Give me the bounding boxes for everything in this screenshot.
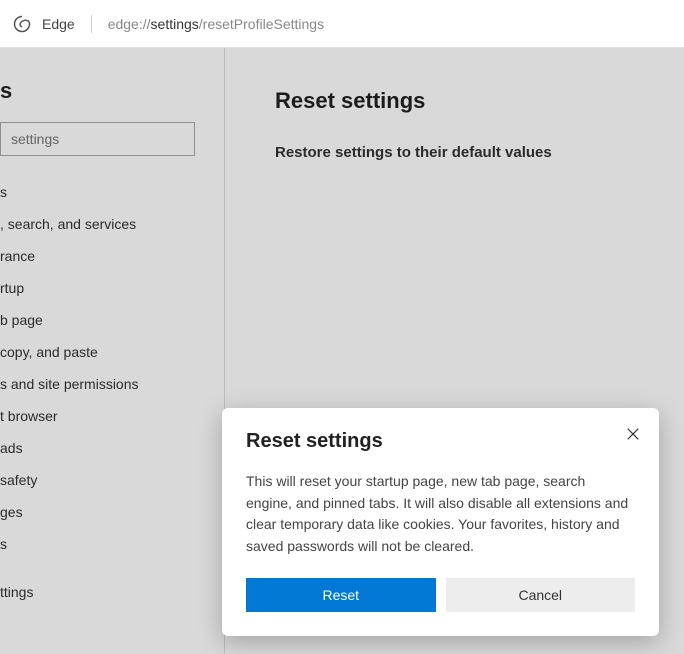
app-label: Edge — [42, 16, 75, 32]
edge-icon — [12, 14, 32, 34]
reset-dialog: Reset settings This will reset your star… — [222, 408, 659, 636]
divider — [91, 15, 92, 33]
close-icon — [626, 427, 640, 441]
dialog-title: Reset settings — [246, 430, 635, 453]
url-suffix: /resetProfileSettings — [199, 16, 324, 32]
dialog-body: This will reset your startup page, new t… — [246, 471, 635, 558]
reset-button[interactable]: Reset — [246, 578, 436, 612]
url-highlight: settings — [151, 16, 199, 32]
url-prefix: edge:// — [108, 16, 151, 32]
address-bar: Edge edge://settings/resetProfileSetting… — [0, 0, 684, 48]
cancel-button[interactable]: Cancel — [446, 578, 636, 612]
url-display[interactable]: edge://settings/resetProfileSettings — [108, 16, 324, 32]
close-button[interactable] — [621, 422, 645, 446]
dialog-buttons: Reset Cancel — [246, 578, 635, 612]
